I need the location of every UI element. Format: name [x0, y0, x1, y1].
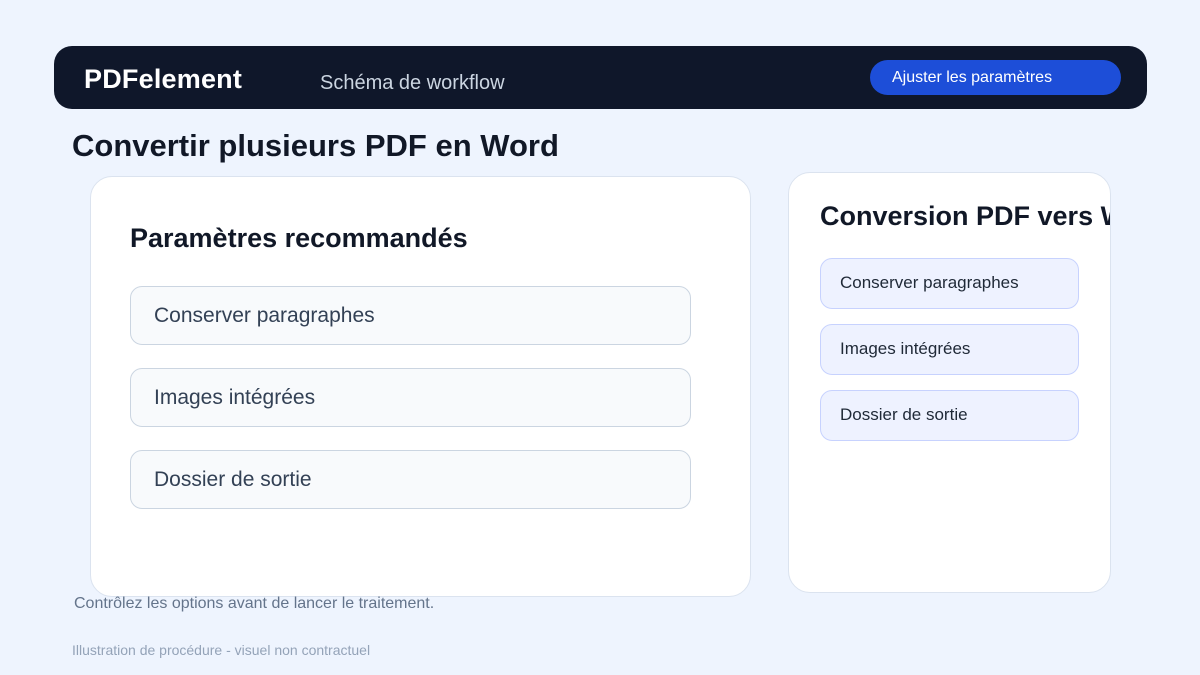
- page-title: Convertir plusieurs PDF en Word: [72, 128, 559, 163]
- adjust-settings-button[interactable]: Ajuster les paramètres: [870, 60, 1121, 95]
- option-output-folder[interactable]: Dossier de sortie: [820, 390, 1079, 441]
- option-output-folder[interactable]: Dossier de sortie: [130, 450, 691, 509]
- option-embedded-images[interactable]: Images intégrées: [820, 324, 1079, 375]
- option-keep-paragraphs[interactable]: Conserver paragraphes: [820, 258, 1079, 309]
- card-title: Paramètres recommandés: [130, 223, 468, 253]
- recommended-settings-card: Paramètres recommandés Conserver paragra…: [90, 176, 751, 597]
- app-logo: PDFelement: [84, 64, 243, 94]
- option-keep-paragraphs[interactable]: Conserver paragraphes: [130, 286, 691, 345]
- option-embedded-images[interactable]: Images intégrées: [130, 368, 691, 427]
- hint-text: Contrôlez les options avant de lancer le…: [74, 595, 435, 612]
- footer-disclaimer: Illustration de procédure - visuel non c…: [72, 642, 371, 658]
- header-subtitle: Schéma de workflow: [320, 72, 505, 94]
- top-bar: PDFelement Schéma de workflow Ajuster le…: [54, 46, 1147, 109]
- card-title: Conversion PDF vers Word par lot: [820, 201, 1110, 231]
- batch-conversion-card: Conversion PDF vers Word par lot Conserv…: [788, 172, 1111, 593]
